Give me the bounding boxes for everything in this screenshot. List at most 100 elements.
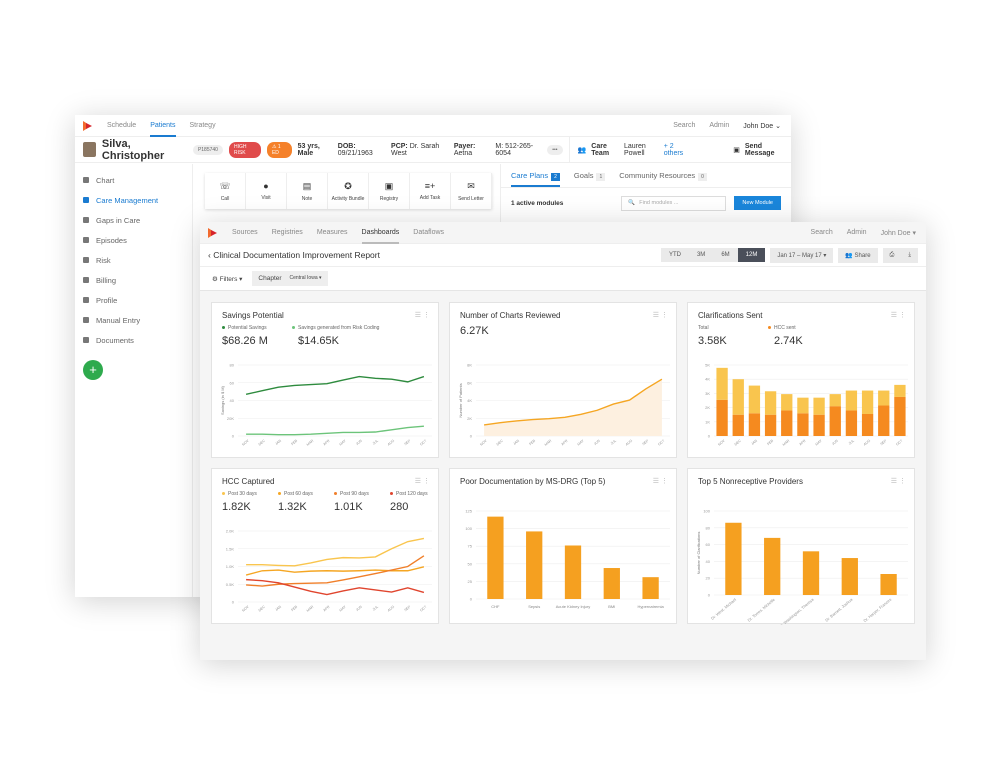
note-button[interactable]: ▤ Note <box>287 173 328 209</box>
x-tick-label: SEP <box>403 438 411 446</box>
bar[interactable] <box>603 568 620 599</box>
tab-goals[interactable]: Goals 1 <box>574 164 606 187</box>
chart-card: Number of Charts Reviewed ☰ ⋮ 6.27K 0 2K 4K 6… <box>449 302 677 458</box>
bar[interactable] <box>716 367 728 400</box>
y-tick-label: 0 <box>232 600 235 605</box>
chart-plot: 0 1K 2K 3K 4K 5K NOV DEC JAN FEB MAR APR MAY JUN JUL AU… <box>705 363 908 447</box>
sidebar-item-care-management[interactable]: Care Management <box>75 190 192 210</box>
bar[interactable] <box>781 410 793 436</box>
range-12m[interactable]: 12M <box>737 248 766 262</box>
chart-plot: 0 20 40 60 80 100 Number of Clarifications Dr. … <box>696 509 908 625</box>
user-menu[interactable]: John Doe ▾ <box>881 229 916 237</box>
add-button[interactable]: + <box>83 360 103 380</box>
bar[interactable] <box>845 410 858 436</box>
sidebar-item-risk[interactable]: Risk <box>75 250 192 270</box>
new-module-button[interactable]: New Module <box>734 196 781 210</box>
tab-care-plans[interactable]: Care Plans 2 <box>511 164 560 187</box>
patient-payer: Payer: Aetna <box>453 142 476 157</box>
bar[interactable] <box>764 537 781 595</box>
registry-button[interactable]: ▣ Registry <box>369 173 410 209</box>
nav-registries[interactable]: Registries <box>272 222 303 244</box>
sidebar-item-documents[interactable]: Documents <box>75 330 192 350</box>
range-ytd[interactable]: YTD <box>660 248 689 262</box>
chapter-filter[interactable]: Chapter Central Iowa ▾ <box>252 271 328 286</box>
action-label: Registry <box>379 195 399 202</box>
send-letter-button[interactable]: ✉ Send Letter <box>451 173 492 209</box>
nav-patients[interactable]: Patients <box>150 115 176 137</box>
bar[interactable] <box>841 558 858 595</box>
search-link[interactable]: Search <box>673 122 695 130</box>
bar[interactable] <box>781 394 793 411</box>
bar[interactable] <box>878 390 890 406</box>
bar[interactable] <box>829 406 841 436</box>
nav-dashboards[interactable]: Dashboards <box>361 222 400 244</box>
sidebar-label: Profile <box>96 295 118 305</box>
bar[interactable] <box>829 394 841 407</box>
bar[interactable] <box>861 390 874 414</box>
bar[interactable] <box>487 516 504 599</box>
x-tick-label: FEB <box>528 438 536 446</box>
call-button[interactable]: ☏ Call <box>205 173 246 209</box>
sidebar-item-manual-entry[interactable]: Manual Entry <box>75 310 192 330</box>
series-line[interactable] <box>246 425 424 436</box>
bar[interactable] <box>732 414 744 436</box>
bar[interactable] <box>802 551 820 595</box>
bar[interactable] <box>642 577 659 599</box>
activity-bundle-button[interactable]: ✪ Activity Bundle <box>328 173 369 209</box>
date-range-dropdown[interactable]: Jan 17 – May 17 ▾ <box>770 247 834 263</box>
bar[interactable] <box>725 522 742 595</box>
bar[interactable] <box>845 390 858 411</box>
chart-card: Top 5 Nonreceptive Providers ☰ ⋮ 0 20 40 60 8… <box>687 468 915 625</box>
sidebar-item-chart[interactable]: Chart <box>75 170 192 190</box>
admin-link[interactable]: Admin <box>847 229 867 237</box>
bar[interactable] <box>764 391 777 415</box>
bar[interactable] <box>748 385 761 414</box>
bar[interactable] <box>732 379 744 415</box>
nav-strategy[interactable]: Strategy <box>190 115 216 137</box>
bar[interactable] <box>797 413 809 436</box>
add-task-button[interactable]: ≡+ Add Task <box>410 173 451 209</box>
bar[interactable] <box>813 414 825 436</box>
tab-community-resources[interactable]: Community Resources 0 <box>619 164 707 187</box>
bar[interactable] <box>813 397 825 415</box>
range-6m[interactable]: 6M <box>713 248 738 262</box>
series-line[interactable] <box>245 566 425 576</box>
sidebar-item-gaps-in-care[interactable]: Gaps in Care <box>75 210 192 230</box>
bar[interactable] <box>748 413 761 436</box>
bar[interactable] <box>878 405 890 436</box>
sidebar-label: Documents <box>96 335 134 345</box>
bar[interactable] <box>564 545 582 599</box>
bar[interactable] <box>894 384 906 397</box>
sidebar-item-billing[interactable]: Billing <box>75 270 192 290</box>
bar[interactable] <box>880 574 897 595</box>
visit-button[interactable]: ● Visit <box>246 173 287 209</box>
nav-measures[interactable]: Measures <box>317 222 348 244</box>
search-link[interactable]: Search <box>811 229 833 237</box>
nav-dataflows[interactable]: Dataflows <box>413 222 444 244</box>
range-3m[interactable]: 3M <box>688 248 714 262</box>
series-line[interactable] <box>246 537 425 567</box>
user-menu[interactable]: John Doe ⌄ <box>743 122 781 130</box>
share-button[interactable]: 👥 Share <box>838 247 878 263</box>
care-team-more-link[interactable]: + 2 others <box>664 143 689 157</box>
y-axis-label: Number of Clarifications <box>696 532 701 575</box>
sidebar-item-profile[interactable]: Profile <box>75 290 192 310</box>
nav-sources[interactable]: Sources <box>232 222 258 244</box>
admin-link[interactable]: Admin <box>709 122 729 130</box>
find-modules-input[interactable]: 🔍 Find modules ... <box>621 195 727 211</box>
series-line[interactable] <box>245 375 425 395</box>
download-button[interactable]: ⤓ <box>901 247 918 263</box>
bar[interactable] <box>861 413 874 436</box>
filters-button[interactable]: ⚙ Filters ▾ <box>212 275 242 283</box>
bar[interactable] <box>716 399 728 436</box>
print-button[interactable]: ⎙ <box>882 247 902 263</box>
bar[interactable] <box>894 396 906 436</box>
bar[interactable] <box>797 397 809 414</box>
sidebar-item-episodes[interactable]: Episodes <box>75 230 192 250</box>
more-button[interactable]: ••• <box>547 144 563 155</box>
bar[interactable] <box>764 414 777 436</box>
nav-schedule[interactable]: Schedule <box>107 115 136 137</box>
send-message-button[interactable]: Send Message <box>745 143 783 157</box>
x-tick-label: JAN <box>274 604 282 612</box>
bar[interactable] <box>526 531 543 599</box>
